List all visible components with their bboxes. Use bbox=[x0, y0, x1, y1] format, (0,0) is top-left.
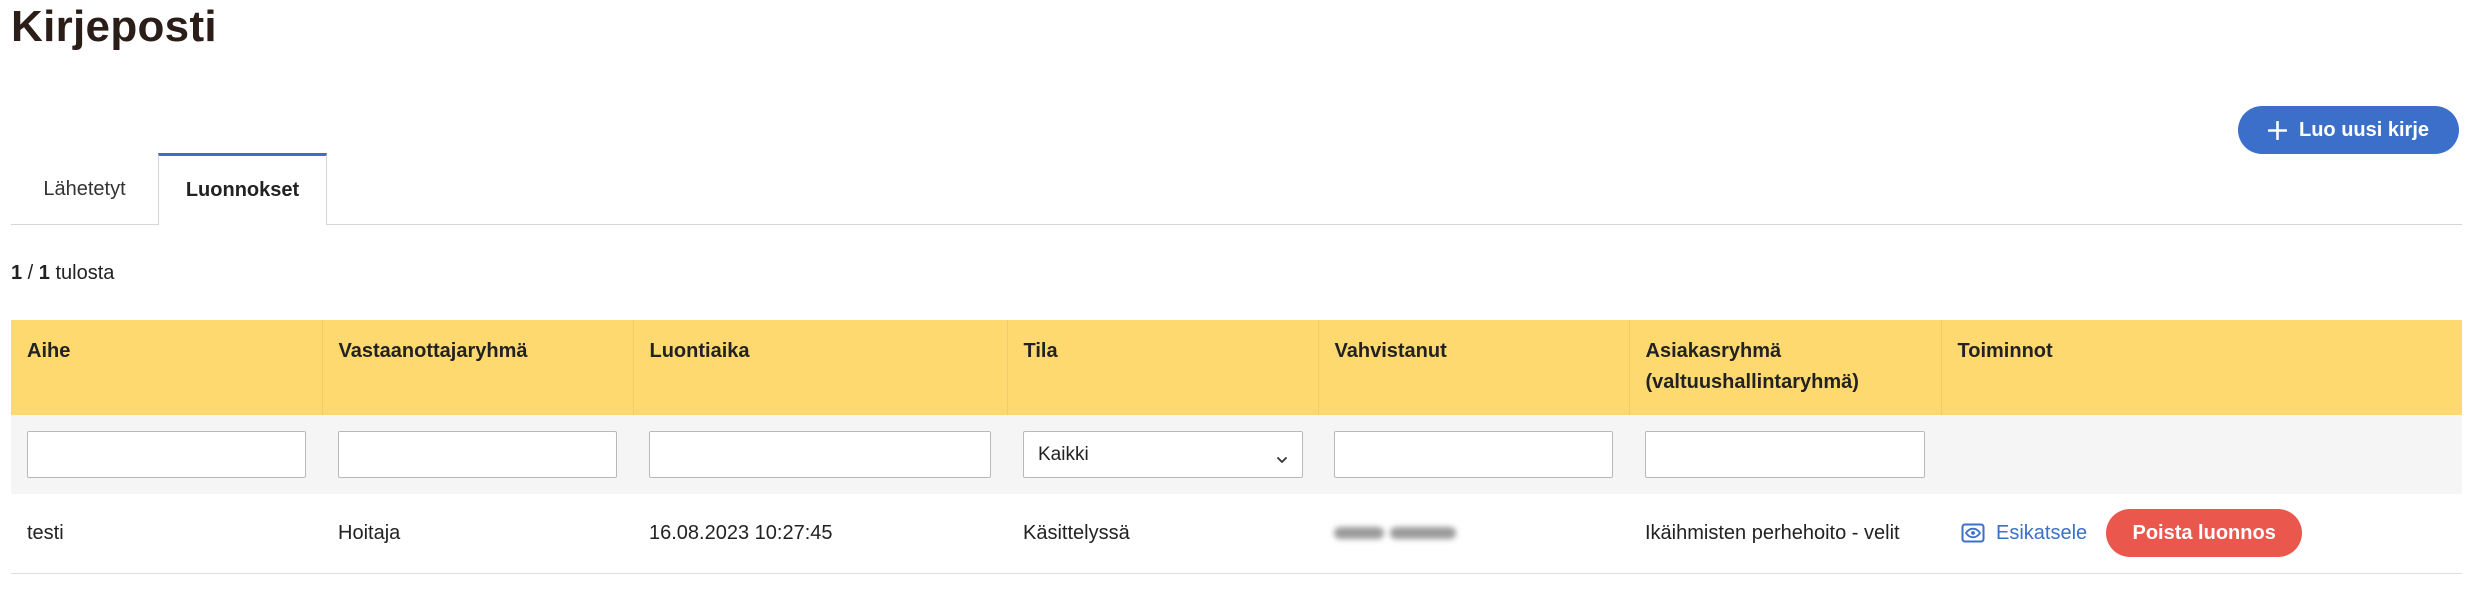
cell-asiakasryhma: Ikäihmisten perhehoito - velit bbox=[1629, 494, 1941, 574]
filter-tila-select[interactable]: Kaikki bbox=[1023, 431, 1303, 478]
tab-label: Luonnokset bbox=[185, 179, 300, 201]
filter-tila-value: Kaikki bbox=[1038, 443, 1089, 465]
eye-icon[interactable] bbox=[1961, 521, 1985, 545]
result-label: tulosta bbox=[55, 262, 115, 284]
result-count: 1 / 1 tulosta bbox=[11, 262, 115, 284]
column-header-luontiaika[interactable]: Luontiaika bbox=[633, 320, 1008, 415]
filter-aihe-input[interactable] bbox=[27, 431, 306, 478]
filter-vahvistanut-input[interactable] bbox=[1334, 431, 1613, 478]
row-actions: Esikatsele Poista luonnos bbox=[1957, 509, 2446, 558]
cell-vastaanottajaryhma: Hoitaja bbox=[322, 494, 633, 574]
tab-luonnokset[interactable]: Luonnokset bbox=[158, 153, 327, 225]
chevron-down-icon bbox=[1276, 449, 1288, 471]
cell-vahvistanut bbox=[1318, 494, 1629, 574]
redacted-name bbox=[1334, 523, 1456, 543]
filter-luontiaika-input[interactable] bbox=[649, 431, 991, 478]
tab-lahetetyt[interactable]: Lähetetyt bbox=[11, 154, 158, 224]
cell-toiminnot: Esikatsele Poista luonnos bbox=[1941, 494, 2462, 574]
result-current: 1 bbox=[11, 262, 23, 284]
column-header-toiminnot: Toiminnot bbox=[1941, 320, 2462, 415]
column-header-asiakasryhma[interactable]: Asiakasryhmä (valtuushallintaryhmä) bbox=[1629, 320, 1942, 415]
create-letter-label: Luo uusi kirje bbox=[2298, 118, 2430, 141]
result-total: 1 bbox=[38, 262, 50, 284]
plus-icon bbox=[2267, 120, 2287, 140]
filter-vastaanottajaryhma-input[interactable] bbox=[338, 431, 617, 478]
tabs-divider bbox=[11, 224, 2462, 225]
delete-draft-button[interactable]: Poista luonnos bbox=[2106, 509, 2303, 558]
delete-draft-label: Poista luonnos bbox=[2132, 521, 2276, 544]
filter-asiakasryhma-input[interactable] bbox=[1645, 431, 1925, 478]
cell-tila: Käsittelyssä bbox=[1007, 494, 1318, 574]
table-row: testi Hoitaja 16.08.2023 10:27:45 Käsitt… bbox=[11, 494, 2462, 574]
cell-aihe: testi bbox=[11, 494, 322, 574]
create-letter-button[interactable]: Luo uusi kirje bbox=[2238, 106, 2459, 154]
tab-label: Lähetetyt bbox=[43, 177, 126, 200]
table-header-row: Aihe Vastaanottajaryhmä Luontiaika Tila … bbox=[11, 320, 2462, 415]
cell-luontiaika: 16.08.2023 10:27:45 bbox=[633, 494, 1007, 574]
letters-table: Aihe Vastaanottajaryhmä Luontiaika Tila … bbox=[11, 320, 2462, 574]
column-header-tila[interactable]: Tila bbox=[1007, 320, 1319, 415]
column-header-vahvistanut[interactable]: Vahvistanut bbox=[1318, 320, 1630, 415]
page-title: Kirjeposti bbox=[11, 2, 217, 51]
filter-row: Kaikki bbox=[11, 415, 2462, 494]
column-header-aihe[interactable]: Aihe bbox=[11, 320, 323, 415]
column-header-vastaanottajaryhma[interactable]: Vastaanottajaryhmä bbox=[322, 320, 634, 415]
filter-empty-cell bbox=[1941, 415, 2462, 494]
preview-link[interactable]: Esikatsele bbox=[1996, 522, 2087, 545]
